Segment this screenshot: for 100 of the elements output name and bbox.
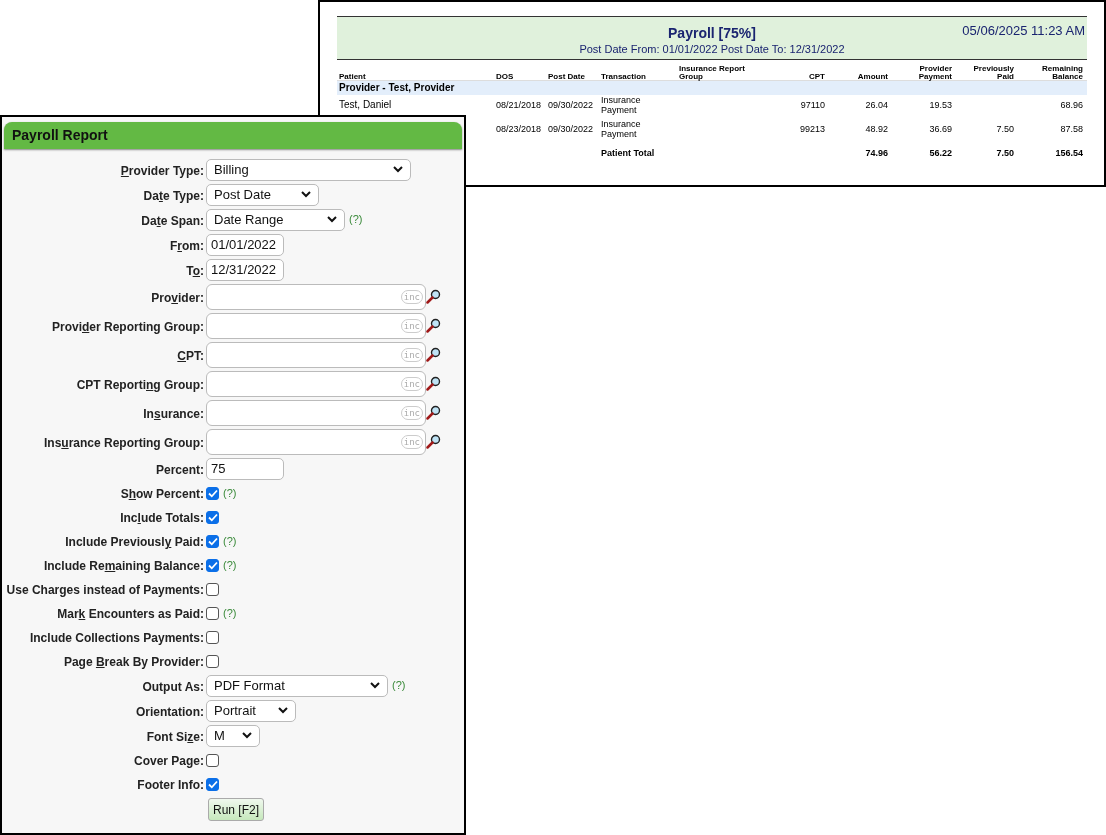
field-label: Include Totals: — [120, 511, 204, 525]
input-field[interactable]: 12/31/2022 — [206, 258, 284, 281]
field-label: Provider Type: — [120, 163, 204, 178]
help-link[interactable]: (?) — [223, 532, 237, 550]
table-cell: 26.04 — [865, 100, 888, 110]
field-label: Date Type: — [143, 188, 204, 203]
table-cell: 09/30/2022 — [548, 124, 594, 134]
search-icon[interactable] — [426, 289, 441, 304]
column-header: CPT — [809, 73, 825, 81]
group-heading: Provider - Test, Provider — [339, 82, 455, 94]
column-header: DOS — [496, 73, 514, 81]
report-title: Payroll [75%] — [668, 25, 756, 41]
column-header: Amount — [857, 73, 888, 81]
field-label: Font Size: — [146, 729, 204, 744]
column-header: Post Date — [548, 73, 585, 81]
field-label: Insurance: — [143, 406, 204, 421]
input-field[interactable]: inc — [206, 399, 426, 426]
table-cell: 87.58 — [1060, 124, 1083, 134]
dropdown[interactable]: Post Date — [206, 183, 319, 206]
field-label: Cover Page: — [133, 754, 204, 768]
table-cell: Test, Daniel — [339, 100, 392, 110]
field-label: Include Collections Payments: — [29, 631, 204, 645]
column-header: Provider Payment — [917, 65, 952, 81]
table-cell: 7.50 — [996, 124, 1014, 134]
run-button[interactable]: Run [F2] — [208, 798, 265, 821]
checkbox[interactable] — [206, 654, 219, 668]
field-label: Percent: — [155, 462, 204, 477]
input-field[interactable]: inc — [206, 341, 426, 368]
checkbox[interactable] — [206, 777, 219, 791]
chevron-icon — [278, 707, 288, 714]
search-icon[interactable] — [426, 347, 441, 362]
help-link[interactable]: (?) — [349, 211, 363, 228]
total-cell: 56.22 — [929, 148, 952, 158]
column-header: Patient — [339, 73, 366, 81]
dropdown[interactable]: Portrait — [206, 699, 296, 722]
report-subtitle: Post Date From: 01/01/2022 Post Date To: 12/31/2022 — [579, 43, 845, 55]
chevron-icon — [393, 166, 403, 173]
field-label: Include Previously Paid: — [65, 535, 204, 549]
checkbox[interactable] — [206, 753, 219, 767]
column-header: Transaction — [601, 73, 646, 81]
checkbox[interactable] — [206, 558, 219, 572]
field-label: Footer Info: — [137, 778, 204, 792]
field-label: Mark Encounters as Paid: — [57, 607, 204, 621]
checkbox[interactable] — [206, 582, 219, 596]
chevron-icon — [301, 191, 311, 198]
field-label: Page Break By Provider: — [63, 655, 204, 669]
field-label: Use Charges instead of Payments: — [6, 583, 204, 597]
report-timestamp: 05/06/2025 11:23 AM — [962, 22, 1085, 40]
table-cell-text: Insurance Payment — [601, 95, 642, 115]
checkbox[interactable] — [206, 630, 219, 644]
table-cell: 08/21/2018 — [496, 100, 542, 110]
column-header: Insurance Report Group — [679, 65, 746, 81]
checkbox[interactable] — [206, 486, 219, 500]
chevron-icon — [242, 732, 252, 739]
column-header: Previously Paid — [972, 65, 1014, 81]
table-cell: 97110 — [800, 100, 825, 110]
dropdown[interactable]: Billing — [206, 158, 411, 181]
chevron-icon — [327, 216, 337, 223]
field-label: CPT: — [177, 348, 204, 363]
field-label: Provider: — [151, 290, 204, 305]
table-cell: 19.53 — [929, 100, 952, 110]
checkbox[interactable] — [206, 510, 219, 524]
chevron-icon — [370, 682, 380, 689]
help-link[interactable]: (?) — [223, 556, 237, 574]
input-field[interactable]: 01/01/2022 — [206, 233, 284, 256]
total-cell: 7.50 — [996, 148, 1014, 158]
panel-title: Payroll Report — [12, 126, 108, 145]
field-label: Date Span: — [141, 213, 204, 228]
field-label: Include Remaining Balance: — [43, 559, 204, 573]
table-cell: 99213 — [799, 124, 825, 134]
table-cell: 68.96 — [1060, 100, 1083, 110]
help-link[interactable]: (?) — [392, 677, 406, 694]
input-field[interactable]: inc — [206, 312, 426, 339]
checkbox[interactable] — [206, 534, 219, 548]
table-cell-text: Insurance Payment — [601, 119, 642, 139]
field-label: CPT Reporting Group: — [76, 377, 204, 392]
table-cell: 48.92 — [865, 124, 888, 134]
field-label: To: — [186, 263, 204, 278]
search-icon[interactable] — [426, 405, 441, 420]
dropdown[interactable]: Date Range — [206, 208, 345, 231]
search-icon[interactable] — [426, 376, 441, 391]
field-label: Provider Reporting Group: — [51, 319, 204, 334]
input-field[interactable]: inc — [206, 370, 426, 397]
dropdown[interactable]: M — [206, 724, 260, 747]
help-link[interactable]: (?) — [223, 484, 237, 502]
help-link[interactable]: (?) — [223, 604, 237, 622]
column-header: Remaining Balance — [1041, 65, 1083, 81]
dropdown[interactable]: PDF Format — [206, 674, 388, 697]
table-cell: 36.69 — [929, 124, 952, 134]
checkbox[interactable] — [206, 606, 219, 620]
search-icon[interactable] — [426, 318, 441, 333]
input-field[interactable]: inc — [206, 283, 426, 310]
field-label: Insurance Reporting Group: — [43, 435, 204, 450]
field-label: From: — [170, 238, 204, 253]
table-cell: 09/30/2022 — [548, 100, 594, 110]
input-field[interactable]: 75 — [206, 457, 284, 480]
search-icon[interactable] — [426, 434, 441, 449]
field-label: Orientation: — [136, 704, 204, 719]
field-label: Output As: — [142, 679, 204, 694]
input-field[interactable]: inc — [206, 428, 426, 455]
